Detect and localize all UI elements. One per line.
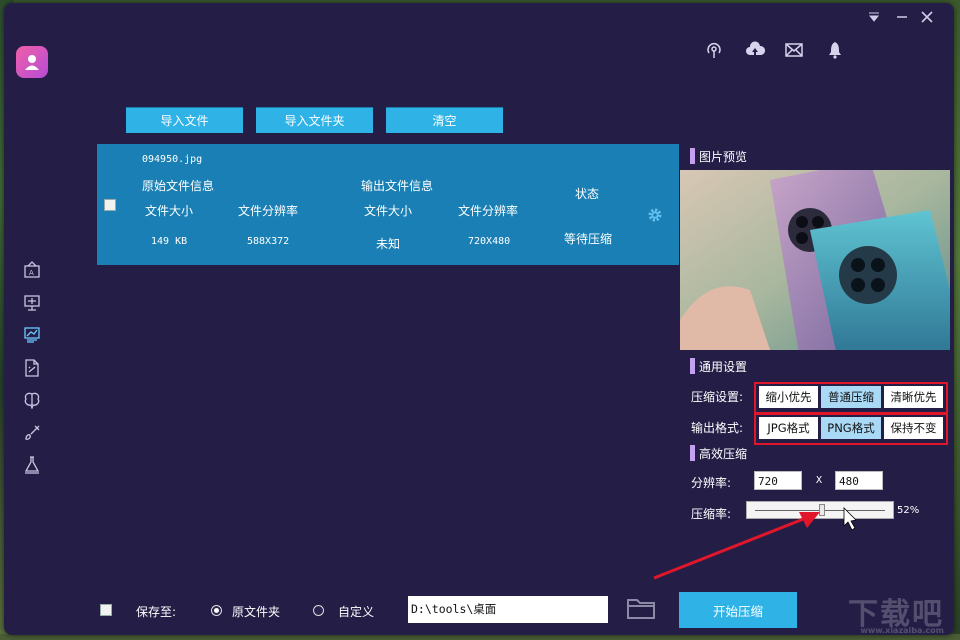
custom-radio[interactable] bbox=[313, 605, 324, 616]
save-to-label: 保存至: bbox=[136, 605, 177, 619]
status-header: 状态 bbox=[575, 187, 600, 201]
file-name: 094950.jpg bbox=[142, 154, 203, 165]
image-compress-icon[interactable]: A bbox=[22, 260, 42, 280]
mail-icon[interactable] bbox=[783, 39, 805, 61]
broadcast-icon[interactable] bbox=[703, 39, 725, 61]
watermark: 下载吧 www.xiazaiba.com bbox=[848, 589, 944, 635]
output-resolution-header: 文件分辨率 bbox=[458, 204, 519, 218]
import-folder-button[interactable]: 导入文件夹 bbox=[256, 107, 373, 133]
ratio-value: 52% bbox=[897, 505, 920, 516]
pdf-icon[interactable] bbox=[22, 358, 42, 378]
preview-title: 图片预览 bbox=[699, 150, 748, 164]
user-icon bbox=[25, 55, 39, 70]
option-smaller-first[interactable]: 缩小优先 bbox=[759, 386, 818, 408]
save-checkbox[interactable] bbox=[100, 604, 112, 616]
original-folder-label: 原文件夹 bbox=[232, 605, 281, 619]
cloud-upload-icon[interactable] bbox=[744, 39, 766, 61]
output-path-input[interactable]: D:\tools\桌面 bbox=[408, 596, 608, 623]
custom-label: 自定义 bbox=[338, 605, 375, 619]
import-files-button[interactable]: 导入文件 bbox=[126, 107, 243, 133]
format-options-group: JPG格式 PNG格式 保持不变 bbox=[754, 413, 948, 445]
video-compress-icon[interactable] bbox=[22, 293, 42, 313]
app-logo bbox=[16, 46, 48, 78]
original-folder-radio[interactable] bbox=[211, 605, 222, 616]
minimize-icon[interactable] bbox=[896, 11, 908, 27]
advanced-title: 高效压缩 bbox=[699, 447, 748, 461]
status-value: 等待压缩 bbox=[564, 232, 613, 246]
folder-icon[interactable] bbox=[626, 596, 656, 623]
brush-icon[interactable] bbox=[22, 423, 42, 443]
output-size-value: 未知 bbox=[376, 237, 401, 251]
output-info-label: 输出文件信息 bbox=[361, 179, 434, 193]
close-icon[interactable] bbox=[921, 11, 933, 27]
option-keep[interactable]: 保持不变 bbox=[884, 417, 943, 439]
compression-options-group: 缩小优先 普通压缩 清晰优先 bbox=[754, 382, 948, 414]
advanced-title-bar bbox=[690, 445, 695, 461]
watermark-url: www.xiazaiba.com bbox=[860, 626, 944, 635]
row-checkbox[interactable] bbox=[104, 199, 116, 211]
option-jpg[interactable]: JPG格式 bbox=[759, 417, 818, 439]
file-table-row[interactable]: 094950.jpg 原始文件信息 输出文件信息 状态 文件大小 文件分辨率 文… bbox=[97, 144, 679, 265]
resolution-separator: X bbox=[816, 475, 823, 486]
width-input[interactable]: 720 bbox=[754, 471, 802, 490]
phone-photo bbox=[680, 170, 950, 350]
option-normal-compress[interactable]: 普通压缩 bbox=[821, 386, 881, 408]
bell-icon[interactable] bbox=[824, 39, 846, 61]
format-label: 输出格式: bbox=[691, 421, 744, 435]
option-png[interactable]: PNG格式 bbox=[821, 417, 881, 439]
start-compress-button[interactable]: 开始压缩 bbox=[679, 592, 797, 628]
brain-icon[interactable] bbox=[22, 390, 42, 410]
output-size-header: 文件大小 bbox=[364, 204, 413, 218]
svg-text:A: A bbox=[29, 269, 34, 277]
compression-label: 压缩设置: bbox=[691, 390, 744, 404]
dropdown-icon[interactable] bbox=[868, 11, 880, 27]
annotation-arrow bbox=[653, 507, 857, 580]
app-window: A 导入文件 导入文件夹 清空 094950.jpg 原始文件信息 输出文件信息… bbox=[4, 3, 954, 635]
resolution-label: 分辨率: bbox=[691, 476, 732, 490]
preview-title-bar bbox=[690, 148, 695, 164]
chart-icon[interactable] bbox=[22, 325, 42, 345]
original-size-header: 文件大小 bbox=[145, 204, 194, 218]
sidebar: A bbox=[22, 260, 44, 488]
settings-title-bar bbox=[690, 358, 695, 374]
settings-title: 通用设置 bbox=[699, 360, 748, 374]
original-resolution-header: 文件分辨率 bbox=[238, 204, 299, 218]
original-size-value: 149 KB bbox=[151, 236, 188, 247]
height-input[interactable]: 480 bbox=[835, 471, 883, 490]
original-info-label: 原始文件信息 bbox=[142, 179, 215, 193]
output-resolution-value: 720X480 bbox=[468, 236, 511, 247]
original-resolution-value: 588X372 bbox=[247, 236, 290, 247]
option-clarity-first[interactable]: 清晰优先 bbox=[884, 386, 943, 408]
image-preview bbox=[680, 170, 950, 350]
gear-icon[interactable] bbox=[647, 207, 663, 226]
clear-button[interactable]: 清空 bbox=[386, 107, 503, 133]
flask-icon[interactable] bbox=[22, 455, 42, 475]
mouse-cursor-icon bbox=[843, 507, 857, 531]
